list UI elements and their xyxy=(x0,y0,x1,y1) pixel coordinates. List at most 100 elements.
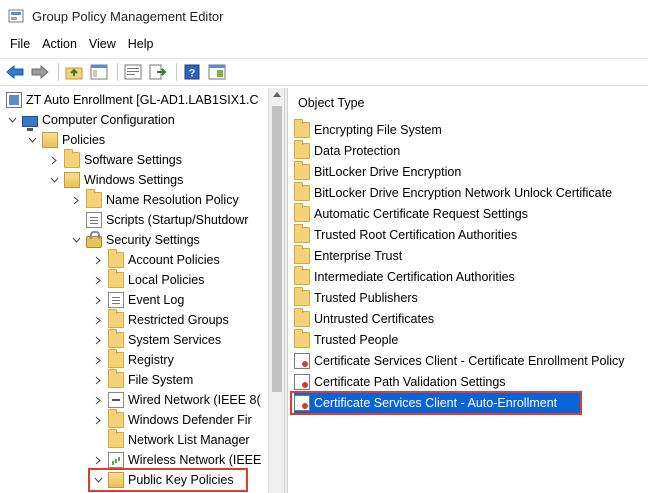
up-folder-icon[interactable] xyxy=(63,61,85,83)
list-item[interactable]: Untrusted Certificates xyxy=(294,308,434,329)
tree-item-network-list-manager[interactable]: Network List Manager xyxy=(108,429,250,450)
console-view-icon[interactable] xyxy=(206,61,228,83)
tree-item-security-settings[interactable]: Security Settings xyxy=(70,230,200,250)
folder-open-icon xyxy=(64,172,80,188)
chevron-down-icon[interactable] xyxy=(26,130,38,150)
folder-open-icon xyxy=(42,132,58,148)
tree-item-label: Event Log xyxy=(128,293,185,307)
chevron-down-icon[interactable] xyxy=(48,170,60,190)
tree-item-restricted-groups[interactable]: Restricted Groups xyxy=(92,309,229,330)
chevron-right-icon[interactable] xyxy=(92,250,104,270)
list-item[interactable]: Intermediate Certification Authorities xyxy=(294,266,515,287)
export-list-icon[interactable] xyxy=(147,61,169,83)
app-icon xyxy=(8,8,24,24)
list-item-label: Certificate Services Client - Certificat… xyxy=(314,354,625,368)
folder-icon xyxy=(294,245,310,264)
tree-item-local-policies[interactable]: Local Policies xyxy=(92,269,204,290)
tree-item-label: File System xyxy=(128,373,194,387)
chevron-right-icon[interactable] xyxy=(92,450,104,470)
certificate-settings-icon xyxy=(294,395,310,411)
folder-icon xyxy=(86,189,102,208)
tree-item-scripts[interactable]: Scripts (Startup/Shutdowr xyxy=(86,210,248,230)
back-icon[interactable] xyxy=(4,61,26,83)
tree-item-windows-settings[interactable]: Windows Settings xyxy=(48,170,183,190)
tree-item-label: Windows Defender Fir xyxy=(128,413,252,427)
column-header-object-type[interactable]: Object Type xyxy=(298,96,364,110)
folder-icon xyxy=(294,182,310,201)
chevron-right-icon[interactable] xyxy=(92,290,104,310)
list-item[interactable]: Automatic Certificate Request Settings xyxy=(294,203,528,224)
tree-item-account-policies[interactable]: Account Policies xyxy=(92,249,220,270)
chevron-right-icon[interactable] xyxy=(92,310,104,330)
list-item[interactable]: Trusted Publishers xyxy=(294,287,418,308)
properties-icon[interactable] xyxy=(122,61,144,83)
scrollbar-thumb[interactable] xyxy=(272,106,282,392)
chevron-right-icon[interactable] xyxy=(48,150,60,170)
menu-action[interactable]: Action xyxy=(36,37,83,51)
chevron-right-icon[interactable] xyxy=(70,190,82,210)
show-hide-tree-icon[interactable] xyxy=(88,61,110,83)
chevron-right-icon[interactable] xyxy=(92,350,104,370)
chevron-down-icon[interactable] xyxy=(6,110,18,130)
folder-icon xyxy=(294,140,310,159)
list-item[interactable]: BitLocker Drive Encryption Network Unloc… xyxy=(294,182,612,203)
tree-item-label: Software Settings xyxy=(84,153,182,167)
toolbar-separator xyxy=(117,63,118,81)
chevron-down-icon[interactable] xyxy=(92,470,104,490)
menu-view[interactable]: View xyxy=(83,37,122,51)
tree-item-policies[interactable]: Policies xyxy=(26,130,105,150)
list-item-selected[interactable]: Certificate Services Client - Auto-Enrol… xyxy=(294,393,580,413)
tree-item-label: ZT Auto Enrollment [GL-AD1.LAB1SIX1.C xyxy=(26,93,259,107)
tree-item-windows-defender[interactable]: Windows Defender Fir xyxy=(92,409,252,430)
tree-item-wireless-network[interactable]: Wireless Network (IEEE xyxy=(92,450,261,470)
forward-icon[interactable] xyxy=(29,61,51,83)
chevron-down-icon[interactable] xyxy=(70,230,82,250)
tree-item-registry[interactable]: Registry xyxy=(92,349,174,370)
details-pane[interactable]: Object Type Encrypting File System Data … xyxy=(288,88,648,493)
list-item-label: Encrypting File System xyxy=(314,123,442,137)
scroll-up-arrow-icon[interactable] xyxy=(273,92,281,97)
list-item[interactable]: Encrypting File System xyxy=(294,119,442,140)
toolbar: ? xyxy=(0,58,648,86)
chevron-right-icon[interactable] xyxy=(92,410,104,430)
list-item[interactable]: BitLocker Drive Encryption xyxy=(294,161,461,182)
tree-item-name-resolution-policy[interactable]: Name Resolution Policy xyxy=(70,189,239,210)
list-item[interactable]: Enterprise Trust xyxy=(294,245,402,266)
folder-icon xyxy=(108,309,124,328)
list-item-label: Automatic Certificate Request Settings xyxy=(314,207,528,221)
list-item[interactable]: Data Protection xyxy=(294,140,400,161)
tree-item-wired-network[interactable]: Wired Network (IEEE 8( xyxy=(92,390,261,410)
help-icon[interactable]: ? xyxy=(181,61,203,83)
tree-scrollbar[interactable] xyxy=(268,88,284,493)
tree-item-computer-configuration[interactable]: Computer Configuration xyxy=(6,110,175,131)
tree-item-label: System Services xyxy=(128,333,222,347)
chevron-right-icon[interactable] xyxy=(92,390,104,410)
tree-item-root[interactable]: ZT Auto Enrollment [GL-AD1.LAB1SIX1.C xyxy=(6,90,259,110)
tree-item-label: Registry xyxy=(128,353,174,367)
list-item[interactable]: Certificate Services Client - Certificat… xyxy=(294,351,625,371)
tree-item-software-settings[interactable]: Software Settings xyxy=(48,149,182,170)
tree-item-system-services[interactable]: System Services xyxy=(92,329,222,350)
list-item-label: Trusted People xyxy=(314,333,399,347)
folder-icon xyxy=(294,119,310,138)
menu-help[interactable]: Help xyxy=(122,37,160,51)
tree-item-label: Scripts (Startup/Shutdowr xyxy=(106,213,249,227)
menu-bar: File Action View Help xyxy=(0,33,160,55)
tree-pane[interactable]: ZT Auto Enrollment [GL-AD1.LAB1SIX1.C Co… xyxy=(0,88,268,493)
tree-item-label: Network List Manager xyxy=(128,433,250,447)
list-item-label: Trusted Publishers xyxy=(314,291,418,305)
tree-item-event-log[interactable]: Event Log xyxy=(92,290,184,310)
event-log-icon xyxy=(108,292,124,308)
menu-file[interactable]: File xyxy=(4,37,36,51)
list-item-label: Intermediate Certification Authorities xyxy=(314,270,515,284)
tree-item-label: Public Key Policies xyxy=(128,473,234,487)
tree-item-file-system[interactable]: File System xyxy=(92,369,194,390)
tree-item-public-key-policies[interactable]: Public Key Policies xyxy=(92,470,234,490)
chevron-right-icon[interactable] xyxy=(92,370,104,390)
chevron-right-icon[interactable] xyxy=(92,270,104,290)
folder-icon xyxy=(108,349,124,368)
chevron-right-icon[interactable] xyxy=(92,330,104,350)
list-item[interactable]: Trusted People xyxy=(294,329,399,350)
list-item[interactable]: Trusted Root Certification Authorities xyxy=(294,224,517,245)
list-item[interactable]: Certificate Path Validation Settings xyxy=(294,372,506,392)
